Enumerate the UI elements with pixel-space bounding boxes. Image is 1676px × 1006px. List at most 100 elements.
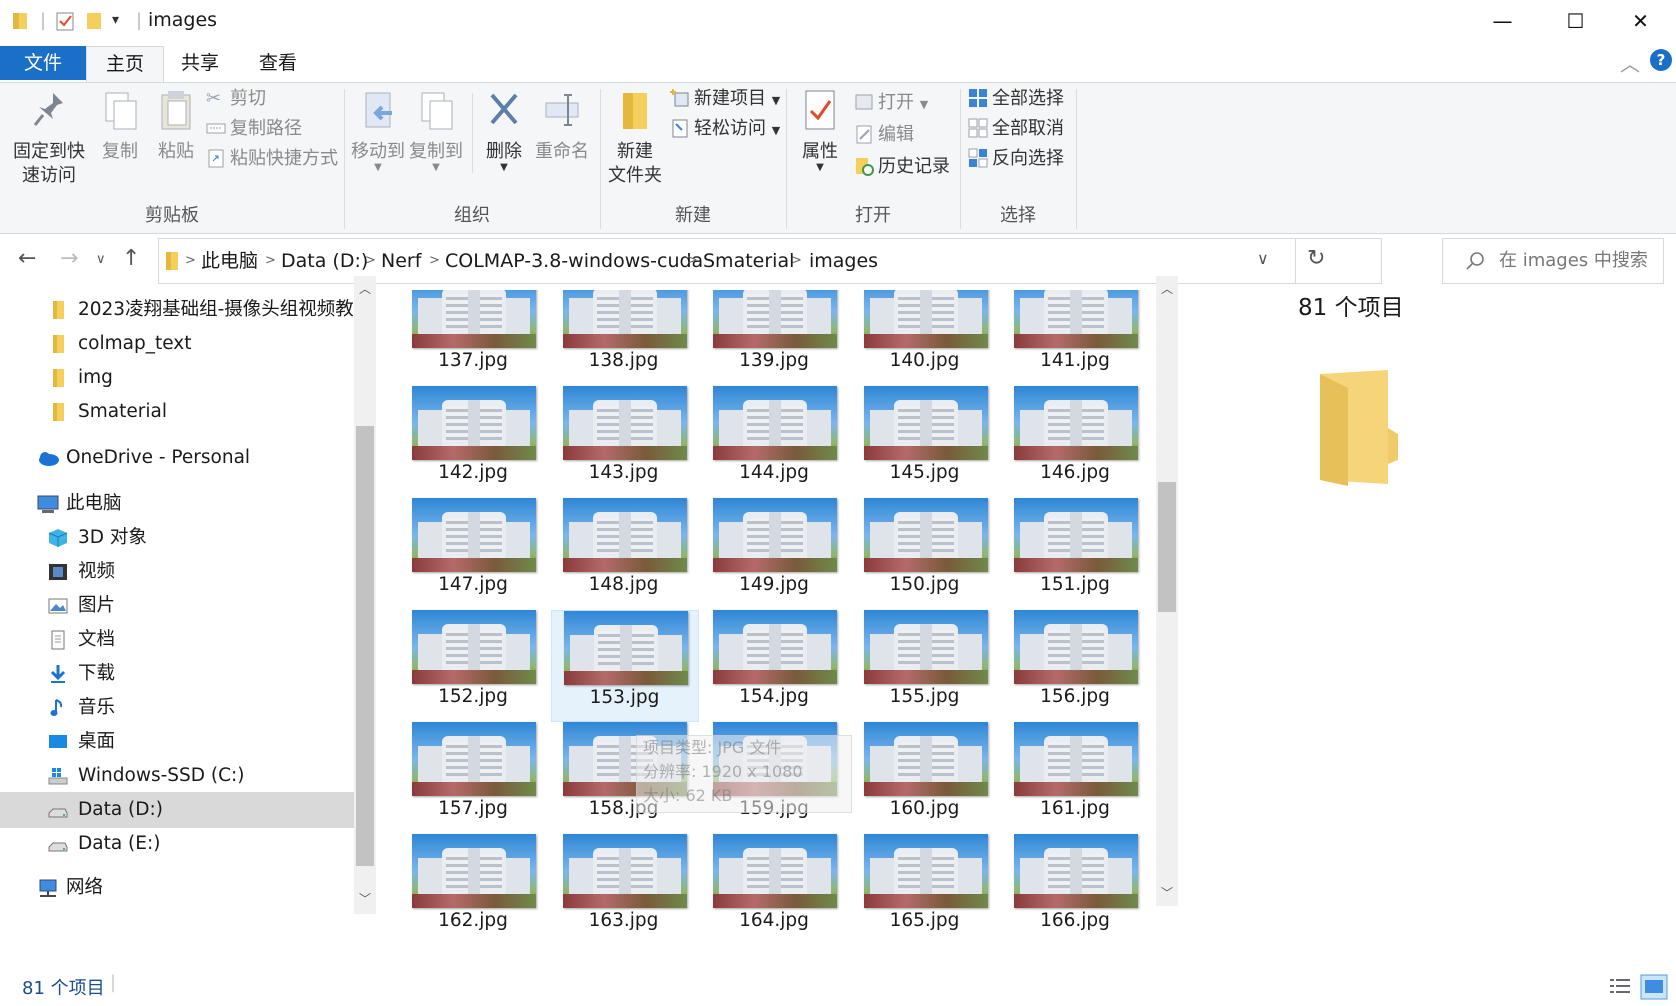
file-tile[interactable]: 142.jpg (400, 386, 546, 496)
search-box[interactable]: 在 images 中搜索 (1442, 238, 1664, 284)
file-tile[interactable]: 166.jpg (1002, 834, 1148, 944)
file-tile[interactable]: 152.jpg (400, 610, 546, 720)
nav-item-video-tutorial-folder[interactable]: 2023凌翔基础组-摄像头组视频教程 (0, 292, 376, 328)
quick-access-dropdown-icon[interactable]: ▾ (112, 12, 119, 28)
open-button[interactable]: 打开 ▼ (854, 89, 928, 117)
file-tile[interactable]: 156.jpg (1002, 610, 1148, 720)
paste-button[interactable]: 粘贴 (150, 89, 202, 164)
nav-item-data-e[interactable]: Data (E:) (0, 826, 376, 862)
breadcrumb-images[interactable]: images (809, 239, 878, 283)
nav-item-colmap-text[interactable]: colmap_text (0, 326, 376, 362)
up-arrow-icon[interactable]: ↑ (122, 246, 140, 271)
properties-button[interactable]: 属性 ▼ (792, 89, 848, 173)
forward-arrow-icon[interactable]: → (60, 246, 78, 271)
breadcrumb-colmap[interactable]: COLMAP-3.8-windows-cuda (445, 239, 703, 283)
file-tile[interactable]: 138.jpg (551, 290, 697, 384)
file-tile[interactable]: 163.jpg (551, 834, 697, 944)
nav-pane-scroll-thumb[interactable] (356, 426, 374, 866)
nav-item-documents[interactable]: 文档 (0, 622, 376, 658)
file-tile[interactable]: 161.jpg (1002, 722, 1148, 832)
scroll-up-icon[interactable]: ︿ (354, 278, 376, 300)
nav-item-data-d[interactable]: Data (D:) (0, 792, 376, 828)
file-grid-scrollbar[interactable]: ︿ ﹀ (1156, 276, 1178, 906)
nav-item-3d-objects[interactable]: 3D 对象 (0, 520, 376, 556)
file-tile[interactable]: 151.jpg (1002, 498, 1148, 608)
minimize-button[interactable]: — (1466, 0, 1539, 42)
easy-access-button[interactable]: 轻松访问 ▼ (670, 115, 780, 143)
file-tile[interactable]: 154.jpg (701, 610, 847, 720)
new-item-button[interactable]: 新建项目 ▼ (670, 85, 780, 113)
scroll-up-icon[interactable]: ︿ (1156, 278, 1178, 300)
breadcrumb-chevron-icon[interactable]: > (687, 239, 698, 283)
file-tile[interactable]: 153.jpg (550, 610, 699, 722)
nav-item-img[interactable]: img (0, 360, 376, 396)
pin-quick-access-button[interactable]: 固定到快 速访问 (8, 89, 90, 188)
select-all-button[interactable]: 全部选择 (968, 85, 1064, 113)
properties-quick-icon[interactable] (56, 11, 74, 31)
breadcrumb-nerf[interactable]: Nerf (381, 239, 421, 283)
file-tile[interactable]: 150.jpg (852, 498, 998, 608)
scroll-down-icon[interactable]: ﹀ (1156, 882, 1178, 904)
breadcrumb-this-pc[interactable]: 此电脑 (201, 239, 258, 283)
tab-file[interactable]: 文件 (0, 46, 86, 80)
nav-item-smaterial[interactable]: Smaterial (0, 394, 376, 430)
file-tile[interactable]: 143.jpg (551, 386, 697, 496)
select-none-button[interactable]: 全部取消 (968, 115, 1064, 143)
cut-button[interactable]: ✂ 剪切 (206, 85, 266, 113)
file-tile[interactable]: 162.jpg (400, 834, 546, 944)
file-grid-scroll-thumb[interactable] (1158, 482, 1176, 612)
copy-button[interactable]: 复制 (94, 89, 146, 164)
file-tile[interactable]: 160.jpg (852, 722, 998, 832)
delete-button[interactable]: 删除 ▼ (478, 89, 530, 173)
move-to-button[interactable]: 移动到 ▼ (350, 89, 406, 173)
address-history-chevron-icon[interactable]: ∨ (1257, 249, 1269, 268)
breadcrumb-chevron-icon[interactable]: > (185, 239, 196, 283)
nav-item-music[interactable]: 音乐 (0, 690, 376, 726)
maximize-button[interactable]: ☐ (1539, 0, 1612, 42)
scroll-down-icon[interactable]: ﹀ (354, 888, 376, 910)
rename-button[interactable]: 重命名 (534, 89, 590, 164)
nav-item-network[interactable]: 网络 (0, 870, 376, 906)
copy-to-button[interactable]: 复制到 ▼ (408, 89, 464, 173)
new-folder-button[interactable]: 新建 文件夹 (606, 89, 664, 188)
nav-item-windows-ssd-c[interactable]: Windows-SSD (C:) (0, 758, 376, 794)
paste-shortcut-button[interactable]: 粘贴快捷方式 (206, 145, 338, 173)
file-tile[interactable]: 148.jpg (551, 498, 697, 608)
file-tile[interactable]: 147.jpg (400, 498, 546, 608)
new-folder-quick-icon[interactable] (86, 11, 104, 31)
file-tile[interactable]: 155.jpg (852, 610, 998, 720)
breadcrumb-chevron-icon[interactable]: > (265, 239, 276, 283)
help-icon[interactable]: ? (1650, 49, 1672, 71)
tab-share[interactable]: 共享 (172, 46, 228, 80)
nav-pane-scrollbar[interactable]: ︿ ﹀ (354, 276, 376, 914)
file-tile[interactable]: 140.jpg (852, 290, 998, 384)
file-tile[interactable]: 137.jpg (400, 290, 546, 384)
close-button[interactable]: ✕ (1604, 0, 1676, 42)
breadcrumb-chevron-icon[interactable]: > (429, 239, 440, 283)
history-button[interactable]: 历史记录 (854, 153, 950, 181)
search-input[interactable]: 在 images 中搜索 (1499, 239, 1648, 283)
nav-item-onedrive[interactable]: OneDrive - Personal (0, 440, 376, 476)
file-tile[interactable]: 164.jpg (701, 834, 847, 944)
back-arrow-icon[interactable]: ← (18, 246, 36, 271)
recent-locations-chevron-icon[interactable]: ∨ (96, 252, 106, 267)
nav-item-pictures[interactable]: 图片 (0, 588, 376, 624)
file-tile[interactable]: 144.jpg (701, 386, 847, 496)
nav-item-desktop[interactable]: 桌面 (0, 724, 376, 760)
file-tile[interactable]: 141.jpg (1002, 290, 1148, 384)
nav-item-videos[interactable]: 视频 (0, 554, 376, 590)
copy-path-button[interactable]: 复制路径 (206, 115, 302, 143)
file-tile[interactable]: 139.jpg (701, 290, 847, 384)
refresh-icon[interactable]: ↻ (1307, 246, 1325, 271)
tab-view[interactable]: 查看 (248, 46, 308, 80)
edit-button[interactable]: 编辑 (854, 121, 914, 149)
nav-item-this-pc[interactable]: 此电脑 (0, 486, 376, 522)
address-bar[interactable]: > 此电脑 > Data (D:) > Nerf > COLMAP-3.8-wi… (158, 238, 1382, 284)
invert-selection-button[interactable]: 反向选择 (968, 145, 1064, 173)
details-view-icon[interactable] (1608, 976, 1632, 998)
collapse-ribbon-icon[interactable]: ︿ (1620, 48, 1640, 77)
file-tile[interactable]: 157.jpg (400, 722, 546, 832)
tab-home[interactable]: 主页 (86, 46, 164, 84)
file-tile[interactable]: 149.jpg (701, 498, 847, 608)
large-icons-view-icon[interactable] (1640, 974, 1668, 1000)
